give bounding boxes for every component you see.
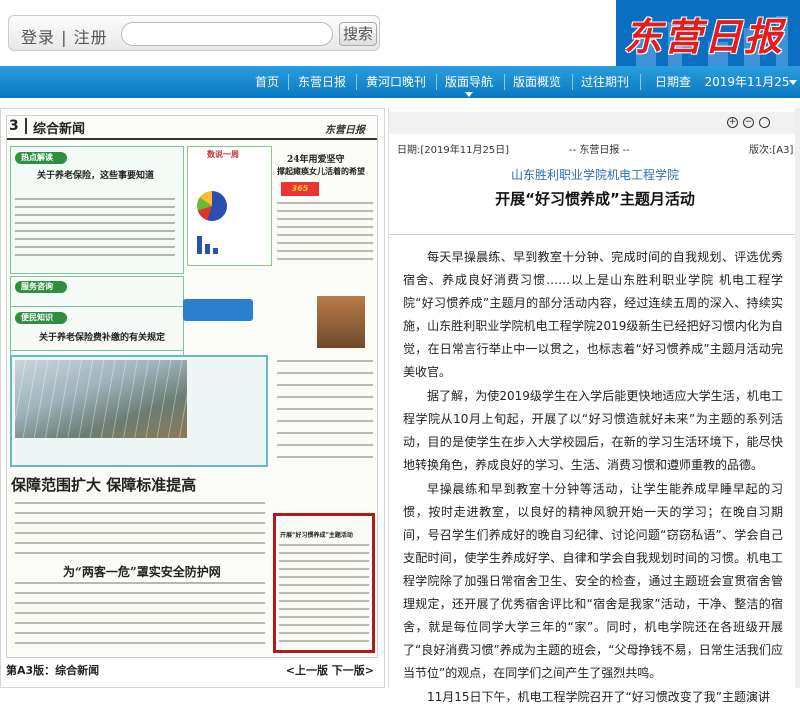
- site-header: 登录 | 注册 搜索 东营日报: [0, 0, 800, 66]
- headline-pension-payment[interactable]: 关于养老保险费补缴的有关规定: [39, 330, 165, 343]
- zoom-out-icon[interactable]: −: [743, 117, 754, 128]
- article-body: 每天早操晨练、早到教室十分钟、完成时间的自我规划、评选优秀宿舍、养成良好消费习惯…: [403, 246, 783, 710]
- logo-text: 东营日报: [624, 14, 785, 59]
- paragraph: 据了解，为使2019级学生在入学后能更快地适应大学生活，机电工程学院从10月上旬…: [403, 389, 783, 472]
- scrollbar[interactable]: [795, 108, 800, 688]
- ad-banner: [183, 299, 253, 321]
- logo-banner: 东营日报: [616, 0, 800, 66]
- paragraph: 11月15日下午，机电工程学院召开了“好习惯改变了我”主题演讲: [427, 690, 770, 704]
- login-link[interactable]: 登录: [21, 28, 55, 47]
- headline-daughter-hope[interactable]: 撑起瘫痪女儿活着的希望: [277, 166, 365, 177]
- photo-person: [317, 296, 365, 348]
- register-link[interactable]: 注册: [74, 28, 108, 47]
- pie-graphic: [197, 191, 227, 221]
- nav-past-issues[interactable]: 过往期刊: [574, 66, 636, 98]
- article-meta: 日期:[2019年11月25日] -- 东营日报 -- 版次:[A3]: [389, 138, 800, 156]
- section-title: 综合新闻: [33, 122, 86, 137]
- chevron-down-icon: [465, 92, 473, 97]
- nav-page-overview[interactable]: 版面概览: [506, 66, 568, 98]
- tag-hot: 热点解读: [21, 153, 53, 162]
- page-number: 3: [9, 118, 19, 134]
- article-date: 日期:[2019年11月25日]: [397, 145, 510, 156]
- paragraph: 早操晨练和早到教室十分钟等活动，让学生能养成早睡早起的习惯，按时走进教室，以良好…: [403, 482, 783, 680]
- data-week-box: 数说一周: [207, 150, 239, 159]
- article-subtitle: 山东胜利职业学院机电工程学院: [510, 168, 679, 182]
- current-page-label: 第A3版：综合新闻: [6, 664, 100, 677]
- newspaper-page-image[interactable]: 3 综合新闻 东营日报 热点解读 关于养老保险，这些事要知道 服务咨询 便民知识…: [6, 115, 378, 658]
- nav-dongying-daily[interactable]: 东营日报: [290, 66, 354, 98]
- headline-pension[interactable]: 关于养老保险，这些事要知道: [37, 168, 154, 181]
- login-bar: 登录 | 注册 搜索: [8, 15, 380, 51]
- nav-home[interactable]: 首页: [246, 66, 288, 98]
- headline-two-passenger[interactable]: 为“两客一危”罩实安全防护网: [63, 563, 221, 580]
- nav-huanghekou-evening[interactable]: 黄河口晚刊: [358, 66, 434, 98]
- date-dropdown-icon[interactable]: [789, 80, 797, 85]
- page-footer: 第A3版：综合新闻 <上一版 下一版>: [6, 659, 378, 679]
- prev-next-links[interactable]: <上一版 下一版>: [286, 662, 374, 678]
- tag-service: 服务咨询: [21, 282, 53, 291]
- tag-convenience: 便民知识: [21, 313, 53, 322]
- search-input[interactable]: [121, 22, 333, 46]
- article-source: -- 东营日报 --: [569, 145, 630, 156]
- article-page: 版次:[A3]: [749, 145, 794, 156]
- divider: |: [61, 28, 68, 47]
- date-query-select[interactable]: 2019年11月25日: [702, 66, 792, 121]
- highlighted-article-title: 开展“好习惯养成”主题活动: [280, 532, 353, 539]
- date-query-label: 日期查询：: [654, 75, 691, 121]
- article-title: 开展“好习惯养成”主题月活动: [495, 190, 695, 208]
- headline-coverage[interactable]: 保障范围扩大 保障标准提高: [11, 474, 196, 495]
- paragraph: 每天早操晨练、早到教室十分钟、完成时间的自我规划、评选优秀宿舍、养成良好消费习惯…: [403, 250, 783, 379]
- reset-zoom-icon[interactable]: [759, 117, 770, 128]
- login-register: 登录 | 注册: [21, 24, 108, 48]
- search-button[interactable]: 搜索: [339, 22, 377, 46]
- main-nav: 首页 东营日报 黄河口晚刊 版面导航 版面概览 过往期刊 日期查询： 2019年…: [0, 66, 800, 121]
- paper-masthead: 东营日报: [325, 125, 365, 136]
- headline-24-years[interactable]: 24年用爱坚守: [287, 152, 345, 165]
- zoom-in-icon[interactable]: +: [727, 117, 738, 128]
- article-panel: + − 日期:[2019年11月25日] -- 东营日报 -- 版次:[A3] …: [388, 108, 800, 704]
- newspaper-panel: 3 综合新闻 东营日报 热点解读 关于养老保险，这些事要知道 服务咨询 便民知识…: [0, 108, 385, 688]
- zoom-toolbar: + −: [389, 112, 800, 134]
